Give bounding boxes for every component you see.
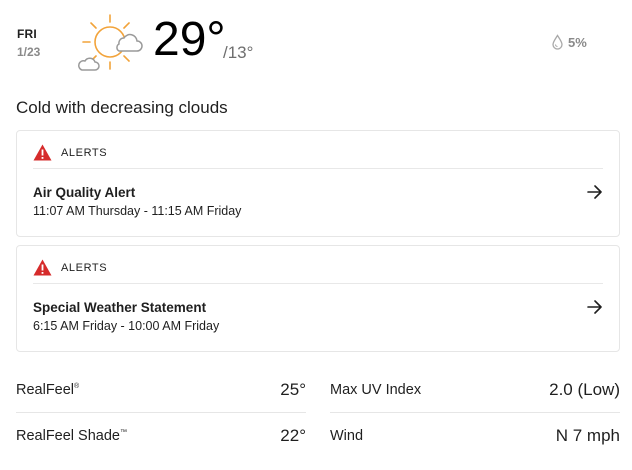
detail-label: RealFeel® xyxy=(16,382,80,398)
detail-value: 22° xyxy=(280,426,306,445)
detail-realfeel-shade: RealFeel Shade™ 22° xyxy=(16,423,306,449)
precipitation: 5% xyxy=(551,34,587,50)
alert-label: ALERTS xyxy=(61,146,108,159)
detail-value: 2.0 (Low) xyxy=(549,380,620,399)
detail-value: 25° xyxy=(280,380,306,399)
arrow-right-icon[interactable] xyxy=(587,185,603,199)
raindrop-icon xyxy=(552,34,563,50)
high-temperature: 29° xyxy=(153,13,226,66)
detail-wind: Wind N 7 mph xyxy=(330,423,620,449)
arrow-right-icon[interactable] xyxy=(587,300,603,314)
precip-probability: 5% xyxy=(568,34,587,50)
alert-time-range: 6:15 AM Friday - 10:00 AM Friday xyxy=(33,319,220,333)
detail-label: Wind xyxy=(330,428,364,444)
divider xyxy=(16,412,306,413)
detail-label: RealFeel Shade™ xyxy=(16,428,127,444)
warning-icon xyxy=(33,144,52,161)
detail-max-uv: Max UV Index 2.0 (Low) xyxy=(330,377,620,403)
registered-mark: ® xyxy=(74,383,80,390)
divider xyxy=(330,412,620,413)
alert-title: Special Weather Statement xyxy=(33,300,207,315)
alert-header: ALERTS xyxy=(33,143,603,169)
alert-card-special-weather[interactable]: ALERTS Special Weather Statement 6:15 AM… xyxy=(16,245,620,352)
detail-label: Max UV Index xyxy=(330,382,422,398)
date-label: 1/23 xyxy=(17,45,41,59)
forecast-date: FRI 1/23 xyxy=(17,27,40,59)
forecast-phrase: Cold with decreasing clouds xyxy=(16,98,228,117)
low-temperature: /13° xyxy=(223,43,254,62)
warning-icon xyxy=(33,259,52,276)
alert-header: ALERTS xyxy=(33,258,603,284)
detail-realfeel: RealFeel® 25° xyxy=(16,377,306,403)
alert-title: Air Quality Alert xyxy=(33,185,136,200)
detail-value: N 7 mph xyxy=(555,426,620,445)
day-of-week: FRI xyxy=(17,27,37,41)
alert-label: ALERTS xyxy=(61,261,108,274)
alert-time-range: 11:07 AM Thursday - 11:15 AM Friday xyxy=(33,204,242,218)
sun-with-clouds-icon xyxy=(78,14,143,71)
alert-card-air-quality[interactable]: ALERTS Air Quality Alert 11:07 AM Thursd… xyxy=(16,130,620,237)
trademark-mark: ™ xyxy=(120,429,127,436)
